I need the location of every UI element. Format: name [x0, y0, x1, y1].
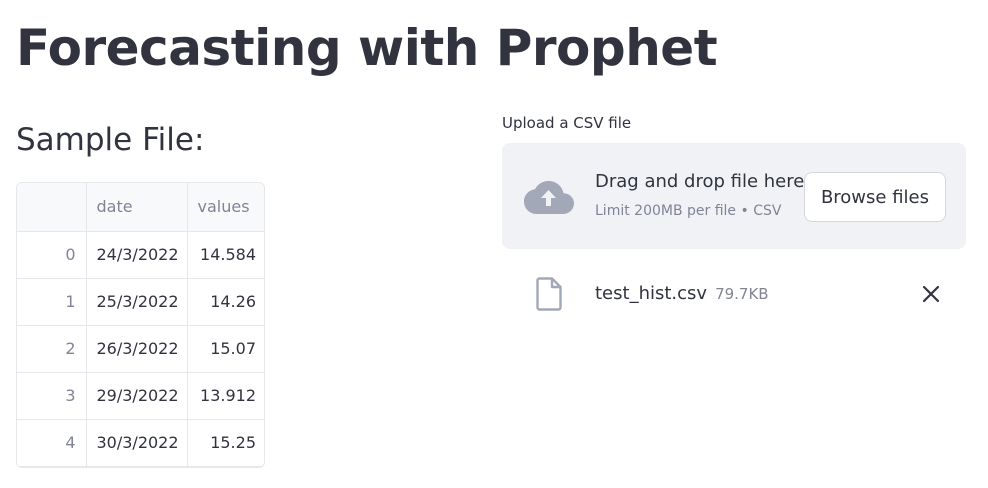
table-row: 2 26/3/2022 15.07 [17, 325, 264, 373]
uploaded-file-name: test_hist.csv [595, 283, 708, 304]
table-row: 1 25/3/2022 14.26 [17, 278, 264, 326]
browse-files-button[interactable]: Browse files [803, 172, 946, 222]
uploaded-file-size: 79.7KB [715, 285, 769, 303]
cell-value[interactable]: 13.912 [187, 372, 264, 420]
page-title: Forecasting with Prophet [16, 19, 718, 77]
sample-file-heading: Sample File: [16, 122, 205, 158]
column-header-date[interactable]: date [86, 183, 188, 232]
file-icon [536, 277, 562, 311]
sample-dataframe[interactable]: date values 0 24/3/2022 14.584 1 25/3/20… [16, 182, 265, 468]
cell-date[interactable]: 29/3/2022 [86, 372, 188, 420]
close-icon[interactable] [922, 285, 940, 303]
cell-date[interactable]: 24/3/2022 [86, 231, 188, 279]
cell-date[interactable]: 25/3/2022 [86, 278, 188, 326]
row-index: 4 [17, 419, 87, 467]
cell-value[interactable]: 15.25 [187, 419, 264, 467]
dropzone-instructions: Drag and drop file here [595, 171, 805, 192]
uploaded-file-item: test_hist.csv 79.7KB [502, 265, 966, 325]
table-row: 3 29/3/2022 13.912 [17, 372, 264, 420]
uploader-label: Upload a CSV file [502, 114, 632, 132]
sample-file-section: Sample File: date values 0 24/3/2022 14.… [16, 116, 276, 468]
row-index: 0 [17, 231, 87, 279]
file-uploader: Upload a CSV file Drag and drop file her… [502, 112, 966, 325]
cell-value[interactable]: 14.26 [187, 278, 264, 326]
uploaded-file-info: test_hist.csv 79.7KB [595, 281, 769, 307]
cell-date[interactable]: 26/3/2022 [86, 325, 188, 373]
cloud-upload-icon [524, 181, 574, 214]
row-index: 3 [17, 372, 87, 420]
app-page: Forecasting with Prophet Sample File: da… [0, 0, 988, 488]
cell-date[interactable]: 30/3/2022 [86, 419, 188, 467]
dropzone[interactable]: Drag and drop file here Limit 200MB per … [502, 143, 966, 249]
column-header-values[interactable]: values [187, 183, 264, 232]
table-row: 4 30/3/2022 15.25 [17, 419, 264, 467]
sample-table: date values 0 24/3/2022 14.584 1 25/3/20… [17, 183, 264, 467]
cell-value[interactable]: 15.07 [187, 325, 264, 373]
column-header-index[interactable] [17, 183, 87, 232]
table-header-row: date values [17, 183, 264, 232]
dropzone-text: Drag and drop file here Limit 200MB per … [595, 167, 804, 222]
dropzone-limit: Limit 200MB per file • CSV [595, 203, 782, 219]
table-row: 0 24/3/2022 14.584 [17, 231, 264, 279]
row-index: 2 [17, 325, 87, 373]
cell-value[interactable]: 14.584 [187, 231, 264, 279]
row-index: 1 [17, 278, 87, 326]
